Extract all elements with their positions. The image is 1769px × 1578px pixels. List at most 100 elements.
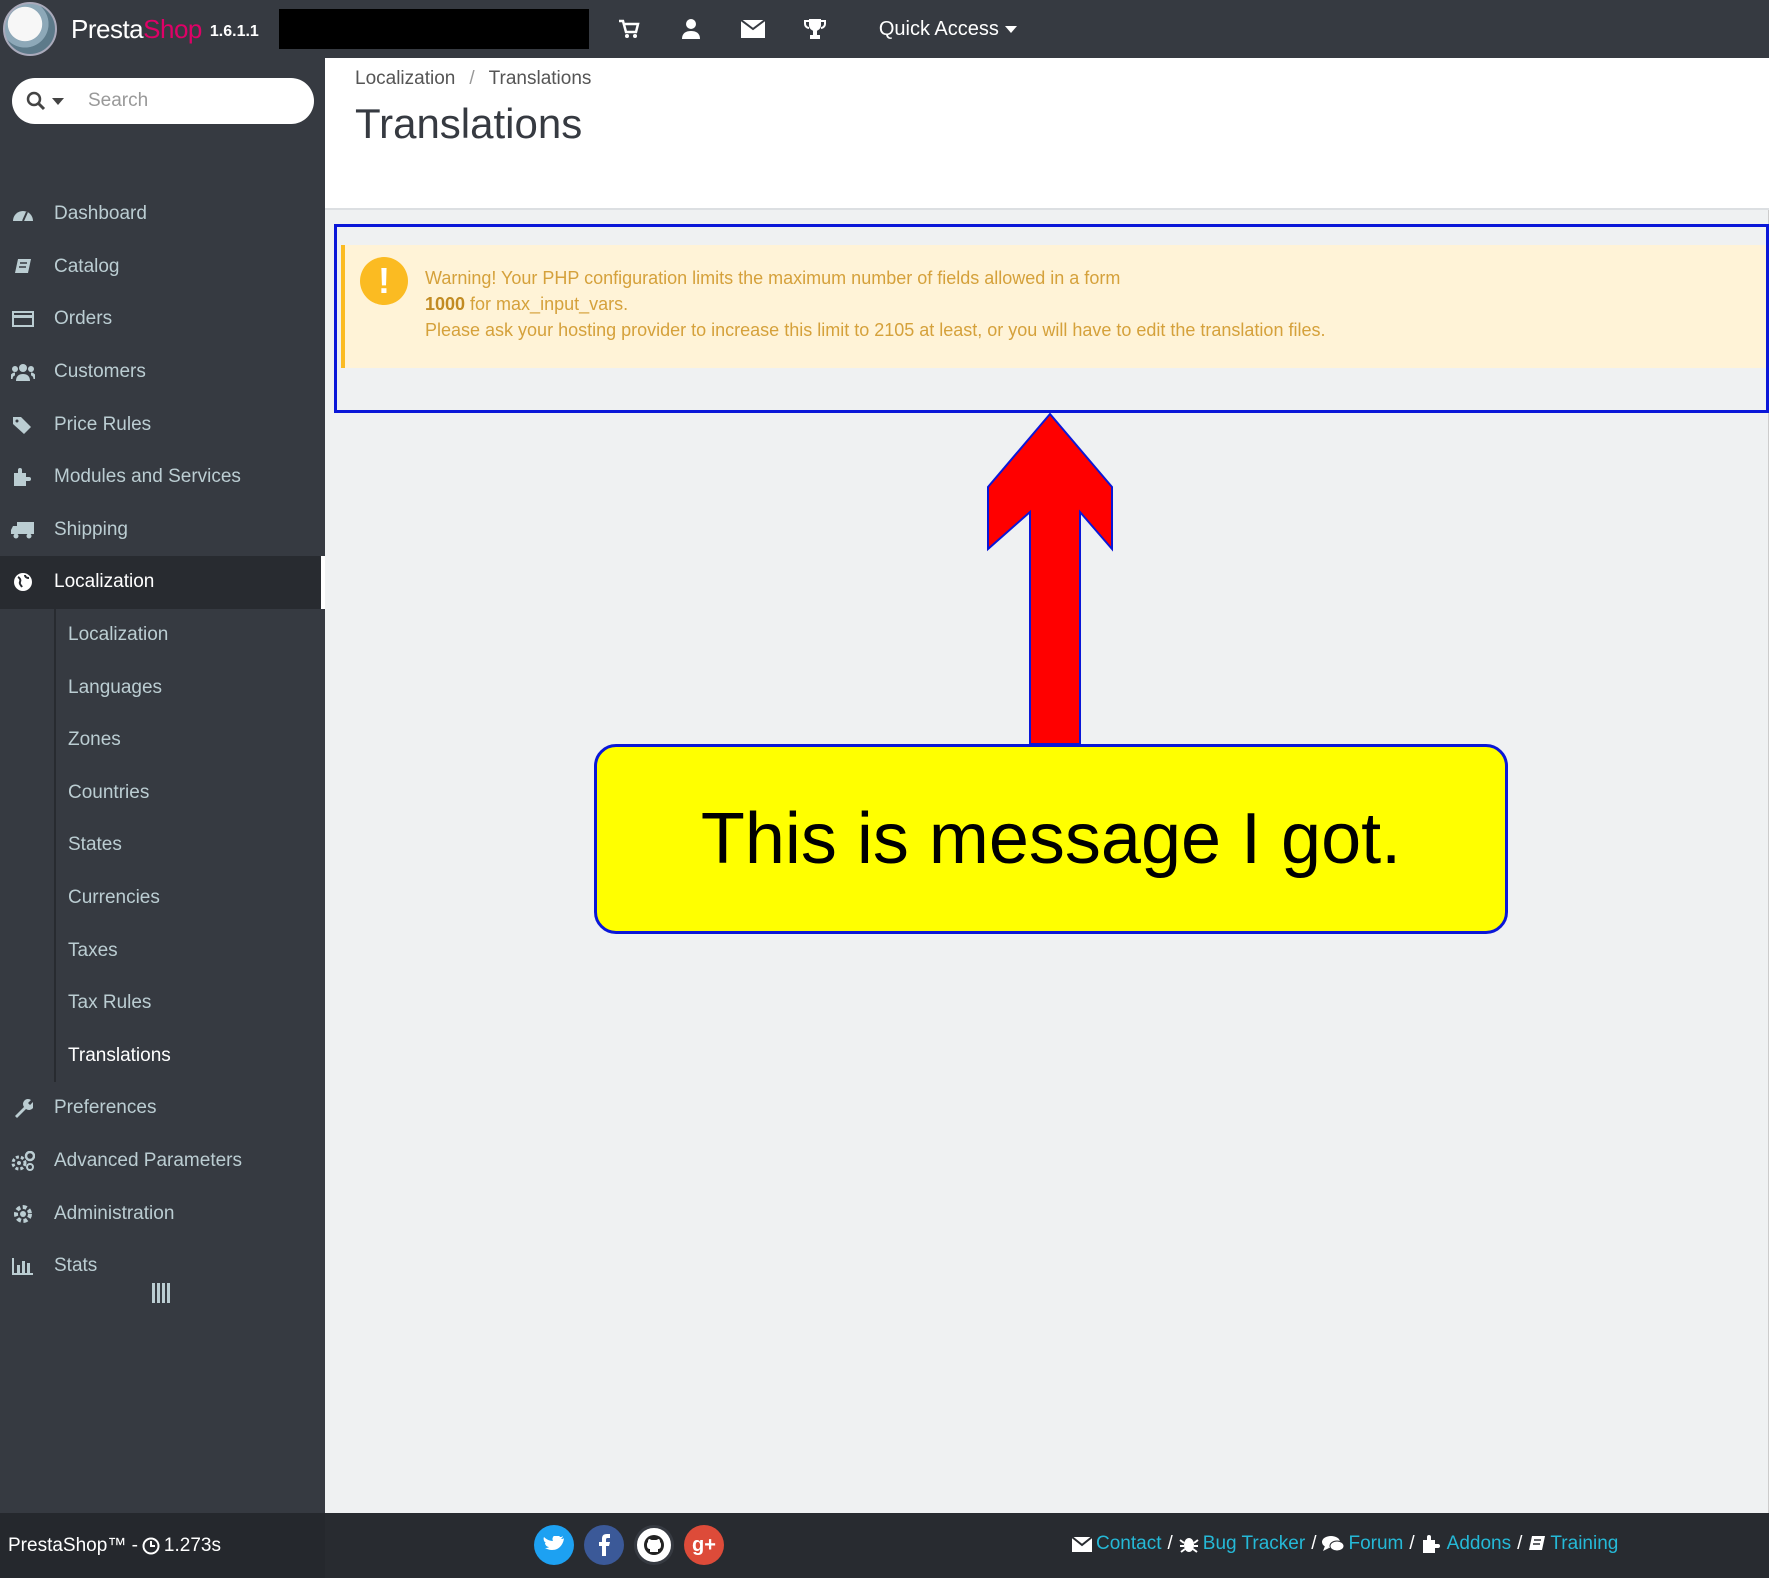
footer-link-bug-tracker[interactable]: Bug Tracker [1179, 1533, 1305, 1555]
google-plus-icon[interactable]: g+ [684, 1525, 724, 1565]
bug-icon [1179, 1538, 1199, 1553]
submenu-item-translations[interactable]: Translations [0, 1030, 325, 1083]
sidebar-item-label: Stats [54, 1255, 98, 1277]
annotation-arrow [987, 412, 1113, 745]
footer-link-addons[interactable]: Addons [1421, 1533, 1511, 1555]
tags-icon [8, 416, 38, 434]
page-title: Translations [355, 100, 583, 147]
sidebar-item-label: Advanced Parameters [54, 1149, 242, 1171]
quick-access-label: Quick Access [878, 17, 999, 40]
sidebar-item-price-rules[interactable]: Price Rules [0, 398, 325, 451]
sidebar-item-administration[interactable]: Administration [0, 1187, 325, 1240]
footer-brand: PrestaShop™ - [8, 1534, 138, 1556]
sidebar-item-label: Administration [54, 1202, 175, 1224]
sidebar-item-shipping[interactable]: Shipping [0, 504, 325, 557]
breadcrumb-item[interactable]: Localization [355, 68, 455, 90]
brand-shop: Shop [143, 13, 202, 44]
sidebar: Search Dashboard Catalog Orders Customer… [0, 58, 325, 1513]
sidebar-item-label: Orders [54, 308, 113, 330]
submenu-item-states[interactable]: States [0, 819, 325, 872]
envelope-icon [1072, 1536, 1092, 1552]
facebook-icon[interactable] [584, 1525, 624, 1565]
brand-presta: Presta [71, 13, 144, 44]
admin-page: PrestaShop 1.6.1.1 Quick Access Search D… [0, 0, 1769, 1578]
dashboard-icon [8, 206, 38, 222]
search-icon [26, 91, 46, 111]
breadcrumb-separator: / [469, 68, 475, 89]
footer-link-training[interactable]: Training [1528, 1533, 1618, 1555]
sidebar-collapse-handle[interactable] [152, 1283, 170, 1303]
book-icon [1529, 1536, 1546, 1550]
submenu-item-tax-rules[interactable]: Tax Rules [0, 977, 325, 1030]
sidebar-menu: Dashboard Catalog Orders Customers Price… [0, 188, 325, 1292]
sidebar-item-label: Customers [54, 361, 146, 383]
footer-link-separator: / [1409, 1533, 1415, 1554]
user-icon[interactable] [673, 11, 709, 47]
clock-icon [142, 1537, 160, 1554]
footer-link-separator: / [1517, 1533, 1523, 1554]
chevron-down-icon [1004, 25, 1017, 33]
puzzle-icon [8, 467, 38, 487]
sidebar-item-orders[interactable]: Orders [0, 293, 325, 346]
sidebar-item-preferences[interactable]: Preferences [0, 1082, 325, 1135]
callout-text: This is message I got. [700, 799, 1402, 879]
sidebar-item-label: Catalog [54, 255, 120, 277]
submenu-item-taxes[interactable]: Taxes [0, 924, 325, 977]
puzzle-icon [1422, 1535, 1440, 1553]
search-type-toggle[interactable] [26, 91, 64, 111]
cart-icon[interactable] [611, 11, 647, 47]
submenu-item-currencies[interactable]: Currencies [0, 872, 325, 925]
page-header: Localization / Translations Translations [325, 58, 1769, 210]
chevron-down-icon [52, 97, 64, 105]
annotation-callout: This is message I got. [594, 744, 1508, 934]
submenu-item-languages[interactable]: Languages [0, 661, 325, 714]
version-label: 1.6.1.1 [209, 23, 259, 40]
sidebar-item-label: Modules and Services [54, 466, 241, 488]
footer-link-label: Contact [1096, 1533, 1162, 1554]
book-icon [8, 258, 38, 276]
prestashop-logo[interactable] [3, 2, 57, 56]
footer-link-label: Addons [1446, 1533, 1512, 1554]
sidebar-item-catalog[interactable]: Catalog [0, 241, 325, 294]
search-input[interactable]: Search [88, 90, 148, 112]
brand-name: PrestaShop [71, 14, 202, 45]
breadcrumb-item[interactable]: Translations [489, 68, 592, 90]
submenu-item-localization[interactable]: Localization [0, 609, 325, 662]
annotation-highlight-box [334, 224, 1769, 413]
credit-card-icon [8, 311, 38, 328]
wrench-icon [8, 1098, 38, 1119]
top-header: PrestaShop 1.6.1.1 Quick Access [0, 0, 1769, 58]
footer-link-separator: / [1311, 1533, 1317, 1554]
submenu-item-zones[interactable]: Zones [0, 714, 325, 767]
social-links: g+ [534, 1525, 724, 1565]
header-notifications [611, 11, 833, 47]
sidebar-item-dashboard[interactable]: Dashboard [0, 188, 325, 241]
footer-link-contact[interactable]: Contact [1072, 1533, 1161, 1555]
sidebar-item-label: Dashboard [54, 203, 147, 225]
redacted-shop-name [278, 9, 589, 49]
trophy-icon[interactable] [797, 11, 833, 47]
github-icon[interactable] [634, 1525, 674, 1565]
search-box[interactable]: Search [12, 78, 314, 124]
footer-credits: PrestaShop™ - 1.273s [0, 1513, 325, 1578]
footer-link-forum[interactable]: Forum [1322, 1533, 1403, 1555]
sidebar-item-advanced-parameters[interactable]: Advanced Parameters [0, 1135, 325, 1188]
envelope-icon[interactable] [735, 11, 771, 47]
sidebar-item-label: Price Rules [54, 413, 152, 435]
sidebar-item-localization[interactable]: Localization [0, 556, 325, 609]
sidebar-item-label: Preferences [54, 1097, 157, 1119]
comments-icon [1322, 1536, 1345, 1552]
sidebar-item-label: Localization [54, 571, 155, 593]
sidebar-item-label: Shipping [54, 518, 128, 540]
breadcrumb: Localization / Translations [355, 68, 591, 90]
footer-link-separator: / [1167, 1533, 1173, 1554]
submenu-item-countries[interactable]: Countries [0, 767, 325, 820]
quick-access-dropdown[interactable]: Quick Access [879, 18, 1017, 41]
footer-link-label: Forum [1348, 1533, 1404, 1554]
footer-links: Contact / Bug Tracker / Forum / Addons /… [1072, 1533, 1618, 1555]
bar-chart-icon [8, 1257, 38, 1276]
sidebar-item-modules[interactable]: Modules and Services [0, 451, 325, 504]
users-icon [8, 363, 38, 382]
twitter-icon[interactable] [534, 1525, 574, 1565]
sidebar-item-customers[interactable]: Customers [0, 346, 325, 399]
